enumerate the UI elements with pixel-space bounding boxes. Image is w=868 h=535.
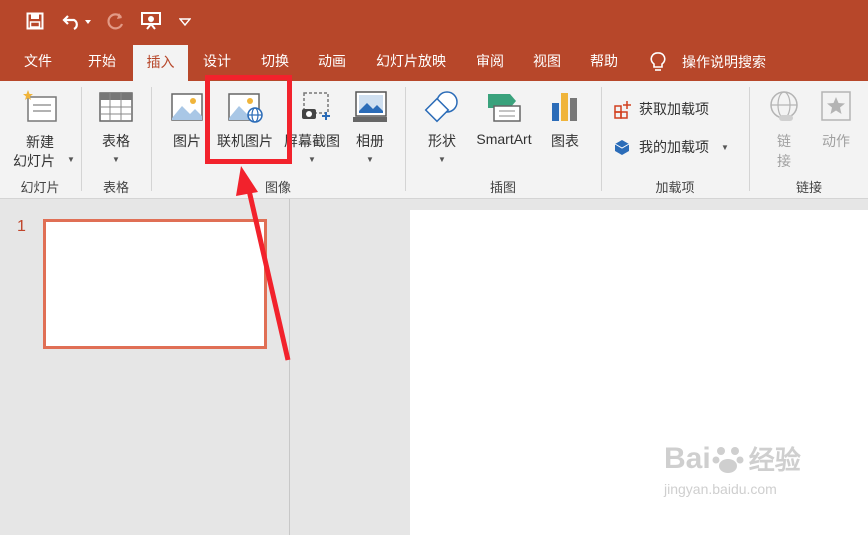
group-separator <box>81 87 82 191</box>
quick-access-toolbar <box>0 0 868 42</box>
chevron-down-icon: ▼ <box>721 142 729 152</box>
tab-insert[interactable]: 插入 <box>133 45 188 81</box>
chart-icon <box>552 93 577 121</box>
watermark-url: jingyan.baidu.com <box>664 481 777 497</box>
watermark-brand-2: 经验 <box>748 445 801 475</box>
watermark-brand: Bai <box>664 441 711 475</box>
customize-icon <box>179 18 191 27</box>
get-addins-label: 获取加载项 <box>639 101 709 117</box>
tab-home[interactable]: 开始 <box>74 42 130 81</box>
save-icon <box>26 12 44 30</box>
tab-help[interactable]: 帮助 <box>576 42 632 81</box>
tab-view[interactable]: 视图 <box>519 42 575 81</box>
menu-tabs: 文件 开始 插入 设计 切换 动画 幻灯片放映 审阅 视图 帮助 操作说明搜索 <box>0 42 868 81</box>
action-star-icon <box>821 91 851 121</box>
group-separator <box>151 87 152 191</box>
group-separator <box>601 87 602 191</box>
link-label-2: 接 <box>777 153 791 169</box>
new-slide-label-1: 新建 <box>26 134 54 150</box>
customize-qat-button[interactable] <box>176 8 194 34</box>
my-addins-label: 我的加载项 <box>639 139 709 155</box>
ribbon-insert: 新建 幻灯片 ▼ 幻灯片 表格 ▼ 表格 图片 联机图片 屏幕截图 ▼ 相册 ▼… <box>0 81 868 199</box>
present-button[interactable] <box>138 8 166 34</box>
baidu-watermark: Bai 经验 jingyan.baidu.com <box>664 440 854 520</box>
chevron-down-icon: ▼ <box>366 155 374 164</box>
annotation-arrow <box>236 166 291 361</box>
addin-cube-icon <box>614 140 630 155</box>
tab-file[interactable]: 文件 <box>10 42 66 81</box>
get-addins-button[interactable]: 获取加载项 <box>612 97 738 121</box>
slide-number: 1 <box>17 218 26 235</box>
chart-label: 图表 <box>551 133 579 149</box>
shapes-label: 形状 <box>428 133 456 149</box>
link-globe-icon <box>770 91 798 121</box>
present-icon <box>141 12 161 30</box>
new-slide-label-2: 幻灯片 <box>13 153 55 169</box>
table-button[interactable]: 表格 ▼ <box>90 89 142 169</box>
smartart-label: SmartArt <box>476 131 532 147</box>
group-label-illustrations: 插图 <box>489 180 516 195</box>
group-label-links: 链接 <box>795 180 822 195</box>
link-button[interactable]: 链 接 <box>762 89 806 173</box>
tab-slideshow[interactable]: 幻灯片放映 <box>365 42 457 81</box>
group-label-slides: 幻灯片 <box>20 180 60 195</box>
chevron-down-icon: ▼ <box>438 155 446 164</box>
screenshot-icon <box>302 92 330 120</box>
chevron-down-icon: ▼ <box>112 155 120 164</box>
redo-icon <box>107 13 124 30</box>
shapes-icon <box>424 91 458 123</box>
undo-button[interactable] <box>58 8 96 34</box>
table-icon <box>99 92 133 122</box>
group-label-tables: 表格 <box>102 180 129 195</box>
photo-album-label: 相册 <box>356 133 384 149</box>
shapes-button[interactable]: 形状 ▼ <box>416 89 468 169</box>
new-slide-button[interactable]: 新建 幻灯片 ▼ <box>8 89 75 169</box>
tell-me-label: 操作说明搜索 <box>682 54 766 70</box>
redo-button[interactable] <box>104 8 128 34</box>
undo-icon <box>62 15 91 30</box>
store-icon <box>614 101 631 119</box>
group-label-addins: 加载项 <box>655 180 695 195</box>
table-label: 表格 <box>102 133 130 149</box>
new-slide-icon <box>23 90 57 122</box>
tab-animations[interactable]: 动画 <box>304 42 360 81</box>
chart-button[interactable]: 图表 <box>540 89 590 149</box>
paw-logo <box>712 446 744 473</box>
action-button[interactable]: 动作 <box>814 89 858 149</box>
group-separator <box>405 87 406 191</box>
annotation-highlight-box <box>205 75 292 164</box>
link-label-1: 链 <box>777 133 791 149</box>
photo-album-icon <box>353 91 387 122</box>
action-label: 动作 <box>822 133 850 149</box>
lightbulb-icon <box>650 52 666 71</box>
smartart-button[interactable]: SmartArt <box>468 89 540 149</box>
picture-icon <box>171 93 203 121</box>
group-separator <box>749 87 750 191</box>
chevron-down-icon: ▼ <box>67 155 75 164</box>
save-button[interactable] <box>22 8 48 34</box>
smartart-icon <box>488 94 521 122</box>
my-addins-button[interactable]: 我的加载项 ▼ <box>612 135 738 159</box>
tab-review[interactable]: 审阅 <box>462 42 518 81</box>
photo-album-button[interactable]: 相册 ▼ <box>344 89 396 169</box>
tell-me-search[interactable]: 操作说明搜索 <box>648 50 808 74</box>
